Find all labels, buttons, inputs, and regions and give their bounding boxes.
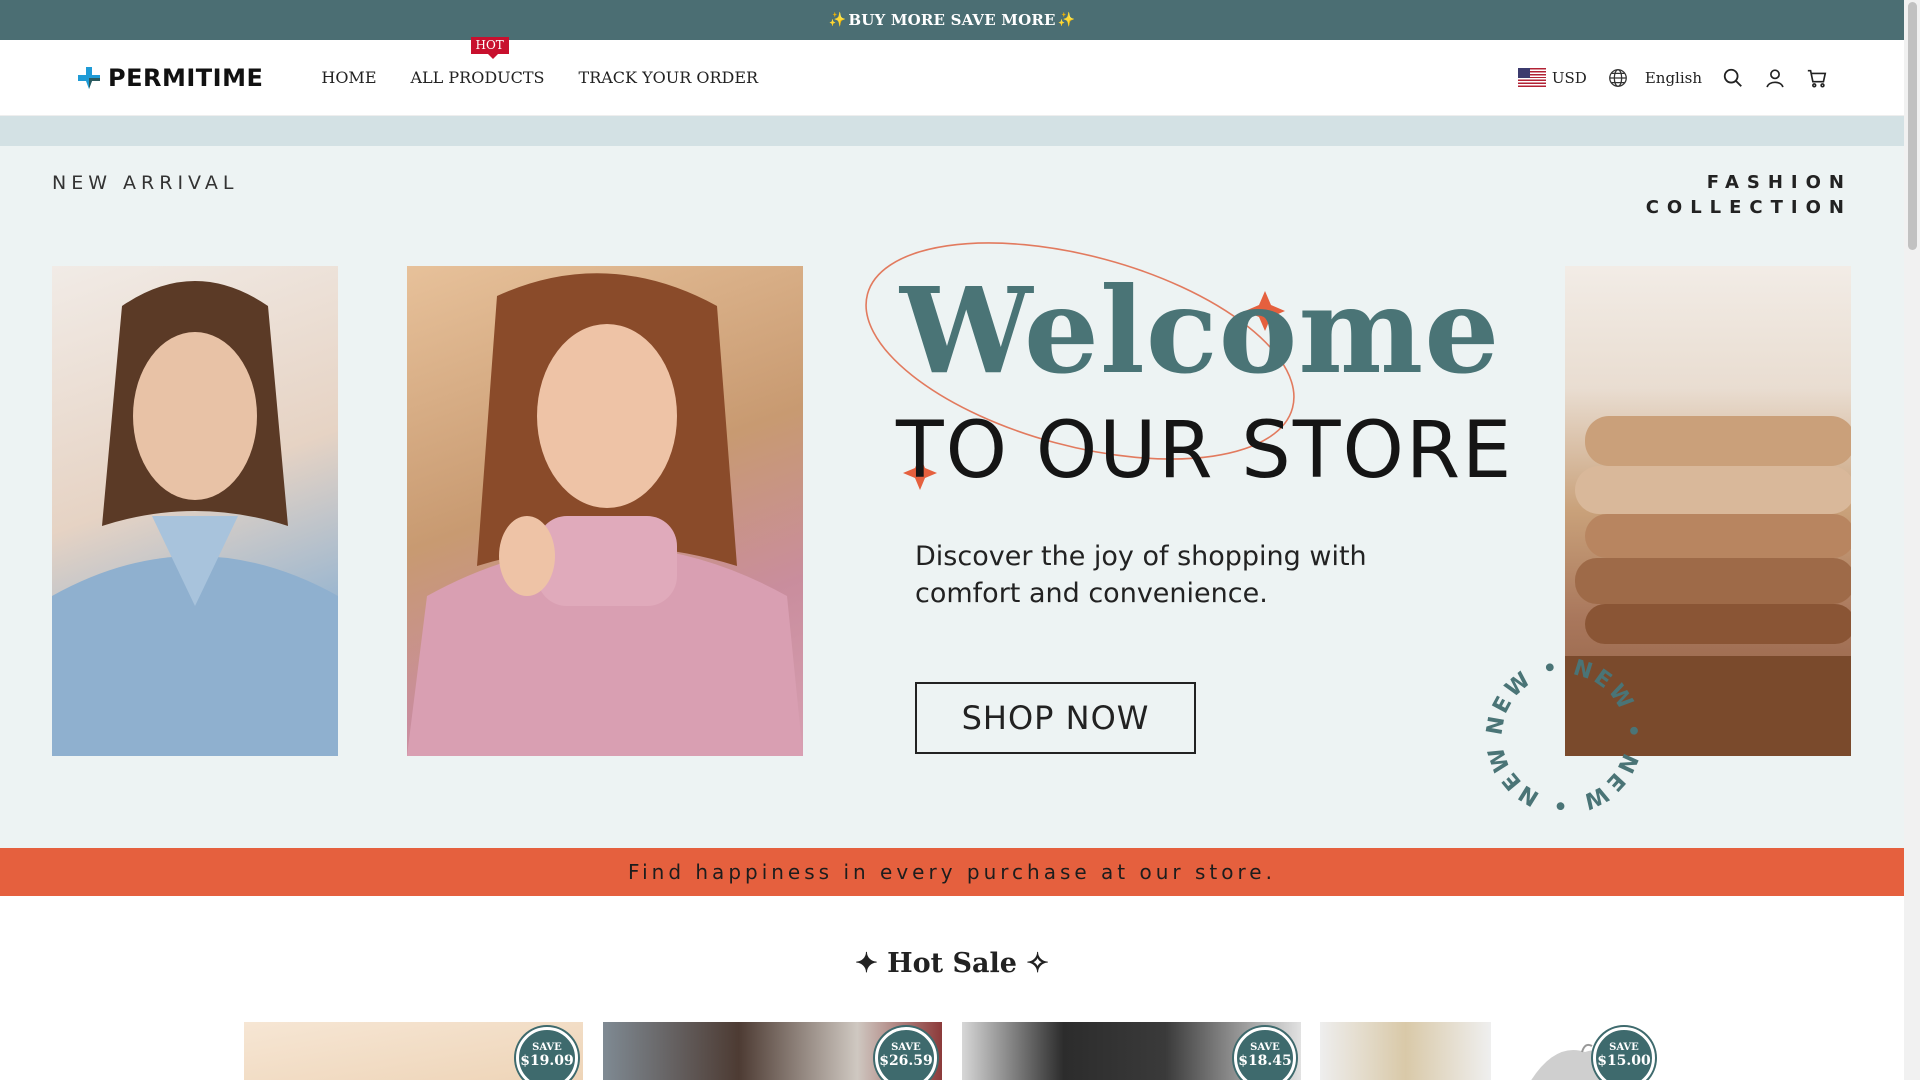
save-amount: $19.09 [520, 1053, 574, 1069]
hero-photo-pink-sweater [407, 266, 803, 756]
sparkle-icon: ✨ [1057, 12, 1076, 28]
save-amount: $18.45 [1238, 1053, 1292, 1069]
save-badge: SAVE $18.45 [1234, 1027, 1296, 1080]
fashion-line-1: FASHION [1706, 172, 1852, 193]
account-icon[interactable] [1764, 67, 1786, 89]
hero-banner[interactable]: NEW ARRIVAL FASHION COLLECTION Welcome T… [0, 146, 1904, 848]
welcome-text: Welcome [900, 261, 1501, 400]
language-label: English [1644, 68, 1702, 87]
hero-photo-denim-jacket [52, 266, 338, 756]
to-our-store-text: TO OUR STORE [896, 406, 1514, 496]
new-ring-text: NEW • NEW • NEW • NEW • [1484, 656, 1642, 816]
header-tools: USD English [1517, 67, 1828, 89]
globe-icon [1607, 67, 1629, 89]
announcement-bar: ✨ BUY MORE SAVE MORE ✨ [0, 0, 1904, 40]
fashion-collection-label: FASHION COLLECTION [1646, 170, 1852, 220]
language-selector[interactable]: English [1607, 67, 1702, 89]
save-label: SAVE [1609, 1042, 1639, 1053]
currency-label: USD [1551, 68, 1587, 87]
shop-now-button[interactable]: SHOP NOW [915, 682, 1196, 754]
svg-text:NEW • NEW • NEW • NEW •: NEW • NEW • NEW • NEW • [1484, 656, 1644, 816]
logo-text: PERMITIME [108, 63, 264, 92]
product-card[interactable] [1320, 1022, 1491, 1080]
new-arrival-label: NEW ARRIVAL [52, 172, 239, 194]
save-badge: SAVE $26.59 [875, 1027, 937, 1080]
scrollbar-thumb[interactable] [1908, 2, 1917, 250]
site-header: PERMITIME HOME ALL PRODUCTS HOT TRACK YO… [0, 37, 1904, 116]
nav-all-products-label: ALL PRODUCTS [410, 68, 545, 87]
save-amount: $15.00 [1597, 1053, 1651, 1069]
cart-icon[interactable] [1806, 67, 1828, 89]
logo-icon [78, 66, 100, 89]
fashion-line-2: COLLECTION [1645, 197, 1852, 218]
page: ✨ BUY MORE SAVE MORE ✨ PERMITIME HOME AL… [0, 0, 1904, 1080]
save-label: SAVE [1250, 1042, 1280, 1053]
nav-all-products[interactable]: ALL PRODUCTS HOT [410, 37, 545, 87]
save-badge: SAVE $15.00 [1593, 1027, 1655, 1080]
logo[interactable]: PERMITIME [76, 64, 263, 92]
promo-bar: Find happiness in every purchase at our … [0, 848, 1904, 896]
nav-track-order[interactable]: TRACK YOUR ORDER [579, 68, 759, 87]
search-icon[interactable] [1722, 67, 1744, 89]
nav-home[interactable]: HOME [321, 68, 376, 87]
sparkle-icon: ✨ [828, 12, 847, 28]
hero-tagline: Discover the joy of shopping with comfor… [915, 541, 1367, 609]
main-nav: HOME ALL PRODUCTS HOT TRACK YOUR ORDER [321, 37, 759, 87]
save-badge: SAVE $19.09 [516, 1027, 578, 1080]
welcome-headline: Welcome TO OUR STORE [840, 226, 1540, 526]
announcement-text: BUY MORE SAVE MORE [848, 11, 1056, 29]
save-label: SAVE [532, 1042, 562, 1053]
hero-top-strip [0, 116, 1904, 146]
page-scrollbar[interactable] [1904, 0, 1920, 1080]
save-amount: $26.59 [879, 1053, 933, 1069]
us-flag-icon [1517, 68, 1546, 87]
currency-selector[interactable]: USD [1517, 68, 1587, 87]
hot-sale-title: ✦ Hot Sale ✧ [855, 948, 1049, 979]
save-label: SAVE [891, 1042, 921, 1053]
new-badge-ring: NEW • NEW • NEW • NEW • [1484, 656, 1644, 816]
hot-badge: HOT [470, 37, 509, 59]
